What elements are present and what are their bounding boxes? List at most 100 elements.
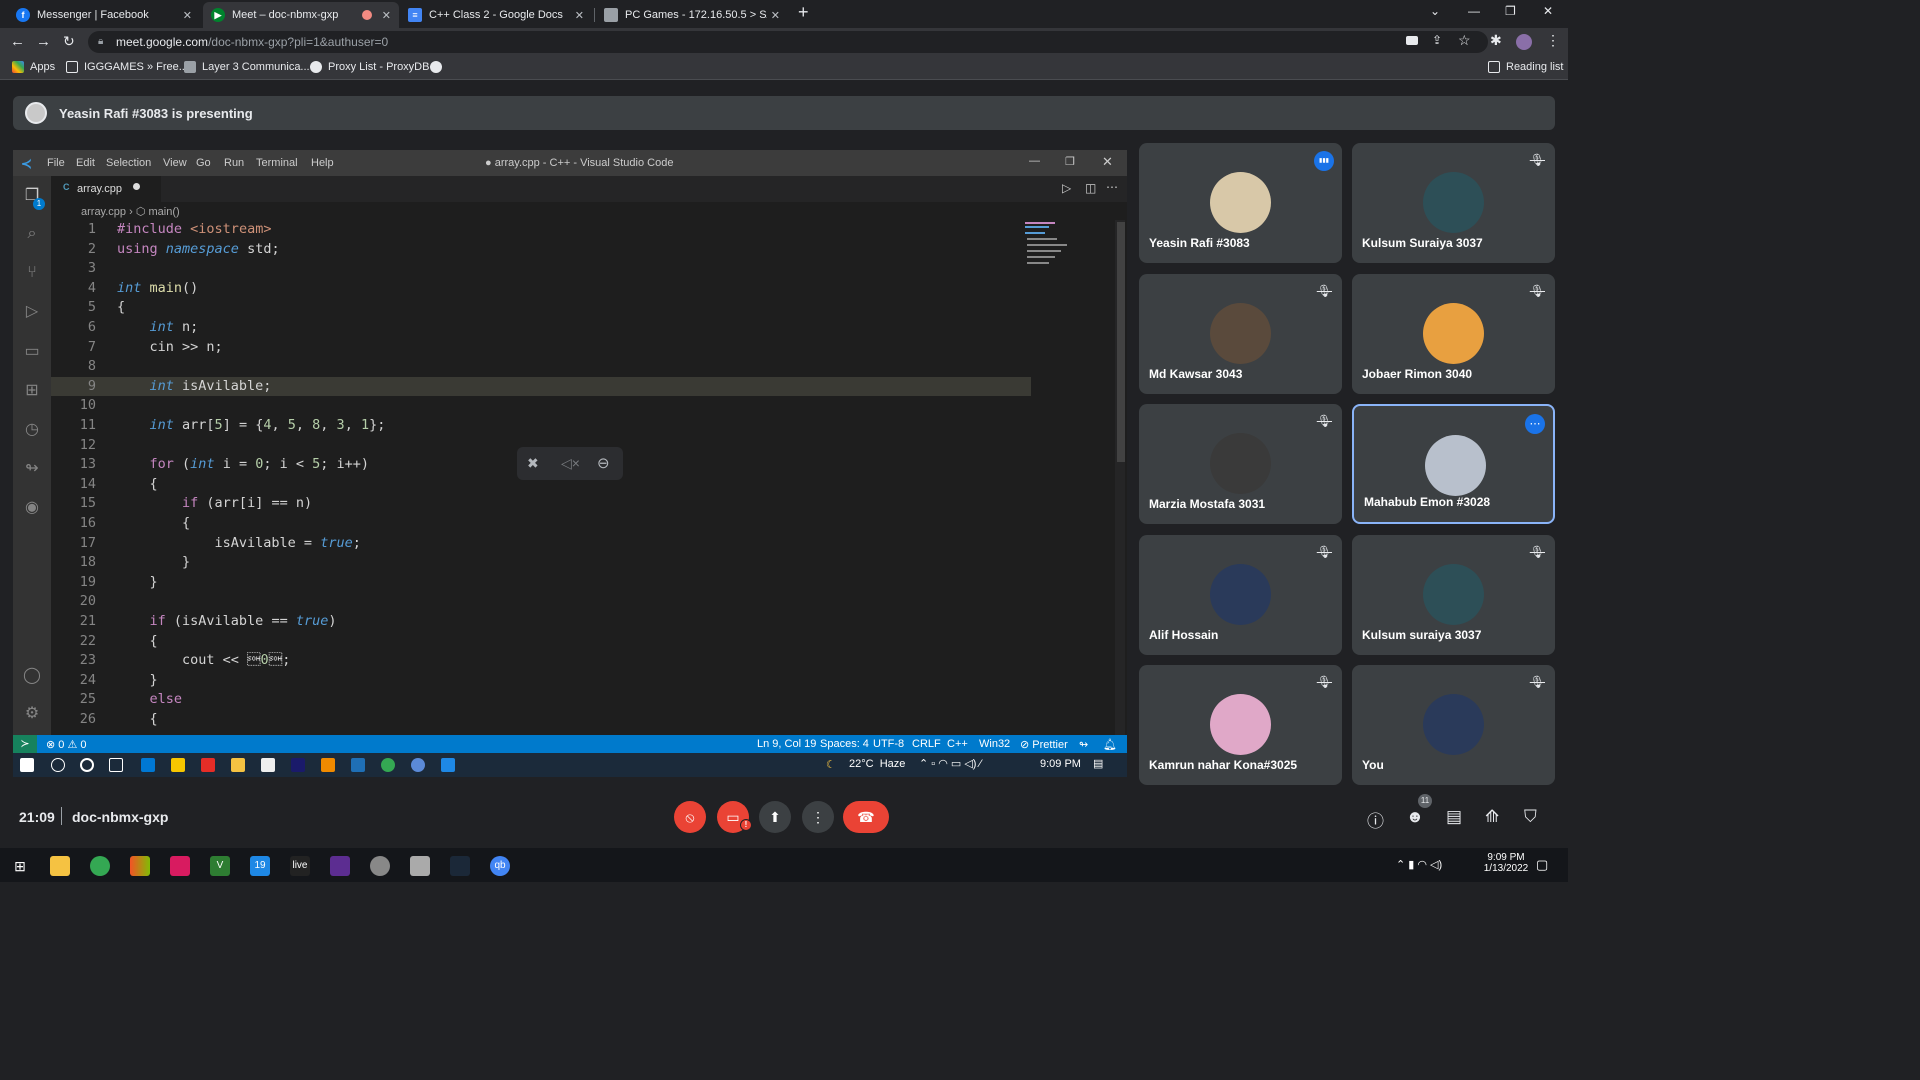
browser-tab-docs[interactable]: ≡ C++ Class 2 - Google Docs ✕: [400, 2, 592, 28]
more-actions-icon[interactable]: ⋯: [1106, 180, 1118, 194]
participant-tile[interactable]: Mahabub Emon #3028 ⋯: [1352, 404, 1555, 524]
language-mode[interactable]: C++: [947, 738, 968, 750]
vertical-scrollbar[interactable]: [1115, 220, 1125, 735]
participant-tile[interactable]: Marzia Mostafa 3031 🎙︎: [1139, 404, 1342, 524]
menu-terminal[interactable]: Terminal: [256, 157, 298, 169]
restore-icon[interactable]: ❐: [1505, 4, 1516, 18]
address-bar[interactable]: 🔒︎ meet.google.com/doc-nbmx-gxp?pli=1&au…: [88, 31, 1488, 53]
live-share-status-icon[interactable]: ↬: [1079, 738, 1088, 751]
remote-icon[interactable]: ≻: [13, 735, 37, 753]
forward-icon[interactable]: →: [36, 33, 51, 50]
clock[interactable]: 9:09 PM 1/13/2022: [1480, 852, 1532, 874]
code-line[interactable]: 18 }: [51, 553, 1031, 573]
settings-gear-icon[interactable]: ⚙: [22, 704, 42, 724]
share-icon[interactable]: ⇪: [1432, 33, 1442, 47]
participant-tile[interactable]: Kulsum suraiya 3037 🎙︎: [1352, 534, 1555, 655]
visual-studio-icon[interactable]: [330, 856, 350, 876]
participant-tile[interactable]: Kamrun nahar Kona#3025 🎙︎: [1139, 665, 1342, 785]
participant-tile[interactable]: Md Kawsar 3043 🎙︎: [1139, 273, 1342, 394]
window-close-icon[interactable]: ✕: [1543, 4, 1553, 18]
chrome-icon[interactable]: [90, 856, 110, 876]
chat-icon[interactable]: ▤: [1446, 807, 1462, 827]
bookmark-apps[interactable]: Apps: [12, 61, 55, 73]
code-line[interactable]: 21 if (isAvilable == true): [51, 612, 1031, 632]
code-line[interactable]: 17 isAvilable = true;: [51, 534, 1031, 554]
vscode-restore-icon[interactable]: ❐: [1065, 155, 1075, 168]
reload-icon[interactable]: ↻: [63, 33, 75, 50]
indentation[interactable]: Spaces: 4: [820, 738, 869, 750]
profile-avatar[interactable]: [1516, 34, 1532, 50]
encoding[interactable]: UTF-8: [873, 738, 904, 750]
code-line[interactable]: 1 #include <iostream>: [51, 220, 1031, 240]
vscode-close-icon[interactable]: ✕: [1102, 154, 1113, 170]
notifications-bell-icon[interactable]: 🔔︎: [1103, 738, 1117, 751]
menu-edit[interactable]: Edit: [76, 157, 95, 169]
code-line[interactable]: 6 int n;: [51, 318, 1031, 338]
activities-icon[interactable]: ⟰: [1485, 807, 1499, 827]
code-line[interactable]: 10: [51, 396, 1031, 416]
mute-icon[interactable]: ◁×: [561, 455, 580, 472]
app-icon[interactable]: V: [210, 856, 230, 876]
present-button[interactable]: ⬆: [759, 801, 791, 833]
steam-icon[interactable]: [450, 856, 470, 876]
reading-list-button[interactable]: Reading list: [1488, 61, 1563, 73]
leave-call-button[interactable]: ☎: [843, 801, 889, 833]
more-options-button[interactable]: ⋮: [802, 801, 834, 833]
search-icon[interactable]: ⌕: [22, 224, 42, 244]
tab-search-icon[interactable]: ⌄: [1430, 4, 1440, 18]
participant-tile[interactable]: Jobaer Rimon 3040 🎙︎: [1352, 273, 1555, 394]
menu-file[interactable]: File: [47, 157, 65, 169]
editor-tab-arraycpp[interactable]: C array.cpp: [51, 176, 161, 202]
menu-icon[interactable]: ⋮: [1546, 32, 1560, 49]
github-icon[interactable]: ◉: [22, 498, 42, 518]
code-line[interactable]: 3: [51, 259, 1031, 279]
extensions-icon[interactable]: ⊞: [22, 381, 42, 401]
code-line[interactable]: 26 {: [51, 710, 1031, 730]
close-icon[interactable]: ✕: [183, 9, 192, 22]
menu-run[interactable]: Run: [224, 157, 244, 169]
breadcrumb-file[interactable]: array.cpp: [81, 206, 126, 218]
code-line[interactable]: 8: [51, 357, 1031, 377]
code-line[interactable]: 19 }: [51, 573, 1031, 593]
vscode-minimize-icon[interactable]: —: [1029, 155, 1040, 167]
host-controls-icon[interactable]: ⛉: [1524, 807, 1537, 827]
system-tray-icons[interactable]: ⌃ ▮ ◠ ◁): [1396, 858, 1442, 871]
participant-tile[interactable]: Yeasin Rafi #3083 ▮▮▮: [1139, 143, 1342, 263]
app-icon[interactable]: [410, 856, 430, 876]
split-editor-icon[interactable]: ◫: [1085, 181, 1096, 195]
participant-tile[interactable]: Alif Hossain 🎙︎: [1139, 534, 1342, 655]
prettier-status[interactable]: ⊘ Prettier: [1020, 738, 1068, 751]
windows-start-icon[interactable]: ⊞: [10, 856, 30, 876]
close-icon[interactable]: ✕: [382, 9, 391, 22]
mic-off-button[interactable]: ⦸: [674, 801, 706, 833]
unsaved-dot-icon[interactable]: [133, 183, 140, 190]
close-icon[interactable]: ✕: [575, 9, 584, 22]
unpin-icon[interactable]: ✖: [527, 455, 539, 472]
people-icon[interactable]: ☻: [1406, 807, 1424, 827]
browser-tab-messenger[interactable]: f Messenger | Facebook ✕: [8, 2, 200, 28]
code-line[interactable]: 16 {: [51, 514, 1031, 534]
code-line[interactable]: 7 cin >> n;: [51, 338, 1031, 358]
extensions-icon[interactable]: ✱: [1490, 32, 1502, 49]
timeline-icon[interactable]: ◷: [22, 420, 42, 440]
app-icon[interactable]: [170, 856, 190, 876]
qbittorrent-icon[interactable]: qb: [490, 856, 510, 876]
minimize-icon[interactable]: —: [1468, 4, 1480, 18]
code-line[interactable]: 4 int main(): [51, 279, 1031, 299]
code-line[interactable]: 22 {: [51, 632, 1031, 652]
code-line[interactable]: 23 cout << 0;: [51, 651, 1031, 671]
camera-icon[interactable]: [1406, 36, 1418, 45]
code-line[interactable]: 5{: [51, 298, 1031, 318]
source-control-icon[interactable]: ⑂: [22, 263, 42, 283]
live-icon[interactable]: live: [290, 856, 310, 876]
close-icon[interactable]: ✕: [771, 9, 780, 22]
star-icon[interactable]: ☆: [1458, 32, 1471, 49]
browser-tab-meet[interactable]: ▶ Meet – doc-nbmx-gxp ✕: [203, 2, 399, 28]
breadcrumb-symbol[interactable]: main(): [149, 206, 180, 218]
code-line[interactable]: 20: [51, 592, 1031, 612]
bookmark-globe[interactable]: [430, 61, 448, 73]
menu-help[interactable]: Help: [311, 157, 334, 169]
code-line[interactable]: 2 using namespace std;: [51, 240, 1031, 260]
remote-explorer-icon[interactable]: ▭: [22, 342, 42, 362]
menu-selection[interactable]: Selection: [106, 157, 151, 169]
